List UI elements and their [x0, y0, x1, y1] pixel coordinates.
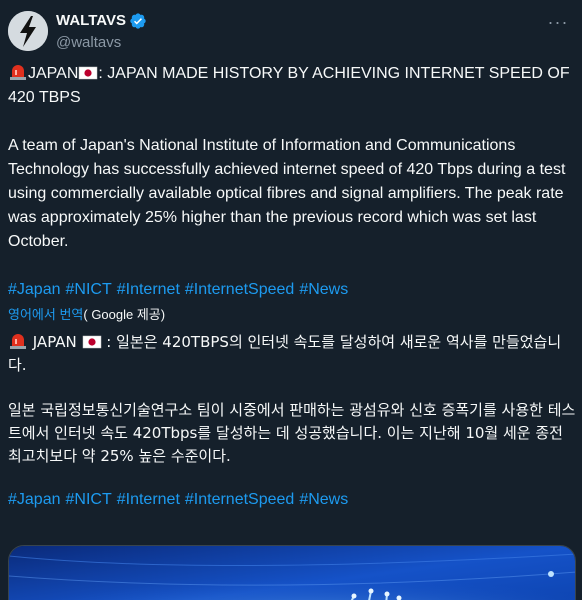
headline-country: JAPAN	[28, 65, 79, 82]
hashtag-link[interactable]: #InternetSpeed	[185, 281, 294, 298]
author-names: WALTAVS @waltavs	[56, 11, 147, 51]
hashtag-link[interactable]: #News	[299, 281, 348, 298]
hashtag-link[interactable]: #Japan	[8, 491, 61, 508]
hashtag-link[interactable]: #Internet	[117, 491, 180, 508]
lightning-bolt-icon	[8, 11, 48, 51]
translated-by: ( Google 제공)	[83, 307, 166, 322]
hashtag-link[interactable]: #Internet	[117, 281, 180, 298]
translated-hashtag-list: #Japan #NICT #Internet #InternetSpeed #News	[8, 488, 576, 512]
hashtag-list: #Japan #NICT #Internet #InternetSpeed #News	[8, 278, 576, 302]
hashtag-link[interactable]: #NICT	[66, 281, 112, 298]
japan-flag-icon	[82, 335, 101, 349]
avatar[interactable]	[8, 11, 48, 51]
translated-from-link[interactable]: 영어에서 번역	[8, 307, 83, 322]
tweet-header: WALTAVS @waltavs ···	[8, 8, 574, 52]
tweet-media-image[interactable]	[8, 545, 576, 600]
display-name[interactable]: WALTAVS	[56, 12, 126, 29]
hashtag-link[interactable]: #Japan	[8, 281, 61, 298]
fiber-optic-image	[9, 546, 575, 600]
translation-label: 영어에서 번역( Google 제공)	[8, 305, 576, 325]
tweet-body: A team of Japan's National Institute of …	[8, 137, 566, 250]
hashtag-link[interactable]: #InternetSpeed	[185, 491, 294, 508]
more-dots-icon[interactable]: ···	[546, 12, 570, 32]
verified-badge-icon	[129, 12, 147, 30]
siren-icon	[10, 334, 26, 349]
tweet-content: JAPAN : JAPAN MADE HISTORY BY ACHIEVING …	[8, 62, 576, 512]
handle[interactable]: @waltavs	[56, 34, 147, 51]
hashtag-link[interactable]: #News	[299, 491, 348, 508]
tweet-headline: JAPAN : JAPAN MADE HISTORY BY ACHIEVING …	[8, 62, 576, 110]
translated-headline: JAPAN : 일본은 420TBPS의 인터넷 속도를 달성하여 새로운 역사…	[8, 331, 576, 377]
hashtag-link[interactable]: #NICT	[66, 491, 112, 508]
translated-body: 일본 국립정보통신기술연구소 팀이 시중에서 판매하는 광섬유와 신호 증폭기를…	[8, 401, 576, 465]
siren-icon	[10, 65, 26, 80]
japan-flag-icon	[79, 66, 98, 80]
translated-headline-country: JAPAN	[28, 333, 82, 351]
